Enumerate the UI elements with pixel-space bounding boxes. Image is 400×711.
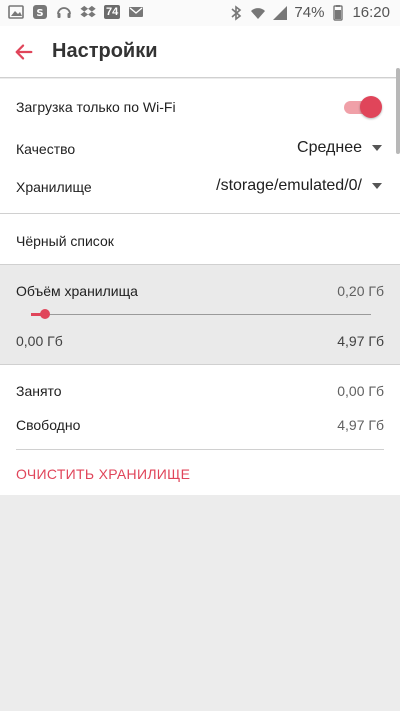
blacklist-label: Чёрный список: [16, 233, 114, 249]
storage-range-row: 0,00 Гб 4,97 Гб: [0, 326, 400, 356]
storage-min-label: 0,00 Гб: [16, 333, 63, 349]
arrow-back-icon: [15, 44, 33, 60]
storage-max-label: 4,97 Гб: [337, 333, 384, 349]
wifi-only-row[interactable]: Загрузка только по Wi-Fi: [0, 92, 400, 122]
mail-icon: [128, 4, 144, 20]
dropdown-arrow-icon: [372, 183, 382, 189]
svg-text:S: S: [36, 8, 43, 19]
page-title: Настройки: [52, 40, 158, 62]
used-row: Занято 0,00 Гб: [0, 376, 400, 406]
storage-size-value: 0,20 Гб: [337, 283, 384, 299]
storage-dropdown[interactable]: /storage/emulated/0/: [216, 177, 382, 195]
wifi-icon: [250, 5, 266, 21]
quality-value: Среднее: [297, 139, 362, 156]
battery-icon: [330, 4, 346, 21]
free-value: 4,97 Гб: [337, 417, 384, 433]
back-button[interactable]: [6, 34, 42, 70]
status-bar: S 74 74% 16:20: [0, 0, 400, 26]
clear-storage-button[interactable]: ОЧИСТИТЬ ХРАНИЛИЩЕ: [16, 466, 190, 482]
storage-size-label: Объём хранилища: [16, 283, 138, 299]
battery-percent: 74%: [294, 4, 325, 21]
blacklist-row[interactable]: Чёрный список: [0, 226, 400, 256]
storage-label: Хранилище: [16, 179, 92, 195]
toggle-thumb: [360, 96, 382, 118]
storage-size-row: Объём хранилища 0,20 Гб: [0, 276, 400, 306]
divider: [16, 449, 384, 450]
slider-track: [31, 314, 371, 315]
free-label: Свободно: [16, 417, 81, 433]
badge-icon: 74: [104, 5, 121, 19]
used-label: Занято: [16, 383, 62, 399]
quality-label: Качество: [16, 141, 76, 157]
free-row: Свободно 4,97 Гб: [0, 410, 400, 440]
dropbox-icon: [80, 4, 96, 20]
image-icon: [8, 4, 24, 20]
quality-dropdown[interactable]: Среднее: [297, 139, 382, 157]
bluetooth-icon: [228, 4, 244, 21]
dropdown-arrow-icon: [372, 145, 382, 151]
system-icons: 74% 16:20: [228, 4, 390, 21]
notification-icons: S 74: [8, 4, 144, 20]
wifi-only-label: Загрузка только по Wi-Fi: [16, 99, 176, 115]
clock: 16:20: [352, 4, 390, 21]
app-bar: Настройки: [0, 26, 400, 78]
headphones-icon: [56, 4, 72, 20]
signal-icon: [272, 5, 288, 21]
wifi-only-toggle[interactable]: [344, 96, 382, 118]
quality-row[interactable]: Качество Среднее: [0, 134, 400, 164]
slider-thumb[interactable]: [40, 309, 50, 319]
storage-value: /storage/emulated/0/: [216, 177, 362, 194]
divider: [0, 264, 400, 265]
storage-row[interactable]: Хранилище /storage/emulated/0/: [0, 172, 400, 202]
divider: [0, 213, 400, 214]
used-value: 0,00 Гб: [337, 383, 384, 399]
s-app-icon: S: [32, 4, 48, 20]
storage-size-slider[interactable]: [31, 309, 371, 319]
